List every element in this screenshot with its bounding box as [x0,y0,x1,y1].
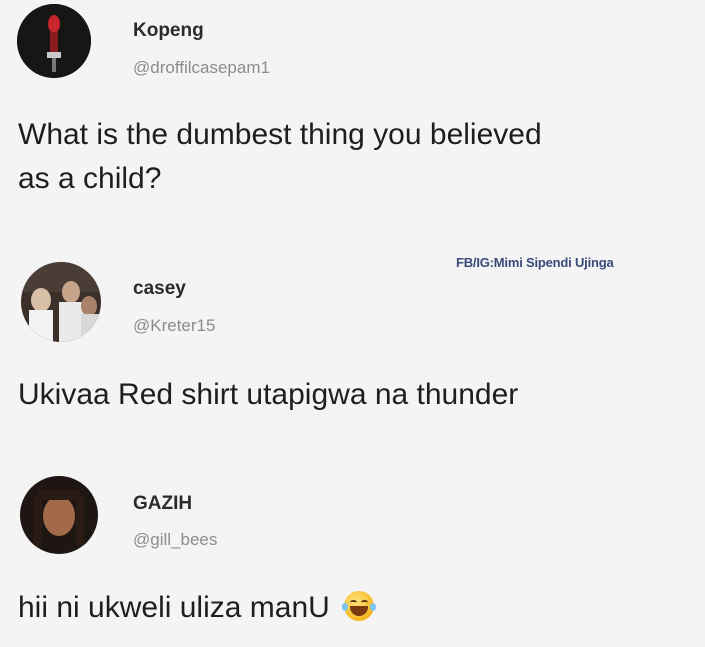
post-text: hii ni ukweli uliza manU [18,586,377,630]
post-kopeng: Kopeng @droffilcasepam1 What is the dumb… [0,0,705,220]
author-handle[interactable]: @Kreter15 [133,316,215,336]
avatar-image [21,262,101,342]
post-text-line: What is the dumbest thing you believed [18,118,542,151]
watermark: FB/IG:Mimi Sipendi Ujinga [456,255,614,270]
avatar-image [17,4,91,78]
post-text-line: hii ni ukweli uliza manU [18,591,330,624]
author-name[interactable]: GAZIH [133,493,192,515]
avatar[interactable] [21,262,101,342]
avatar-image [20,476,98,554]
avatar[interactable] [20,476,98,554]
post-text: What is the dumbest thing you believed a… [18,113,542,201]
post-text-line: as a child? [18,162,162,195]
laughing-tears-icon [342,591,377,621]
author-name[interactable]: casey [133,278,186,300]
author-name[interactable]: Kopeng [133,20,204,42]
post-text: Ukivaa Red shirt utapigwa na thunder [18,378,519,411]
avatar[interactable] [17,4,91,78]
author-handle[interactable]: @droffilcasepam1 [133,58,270,78]
author-handle[interactable]: @gill_bees [133,530,217,550]
